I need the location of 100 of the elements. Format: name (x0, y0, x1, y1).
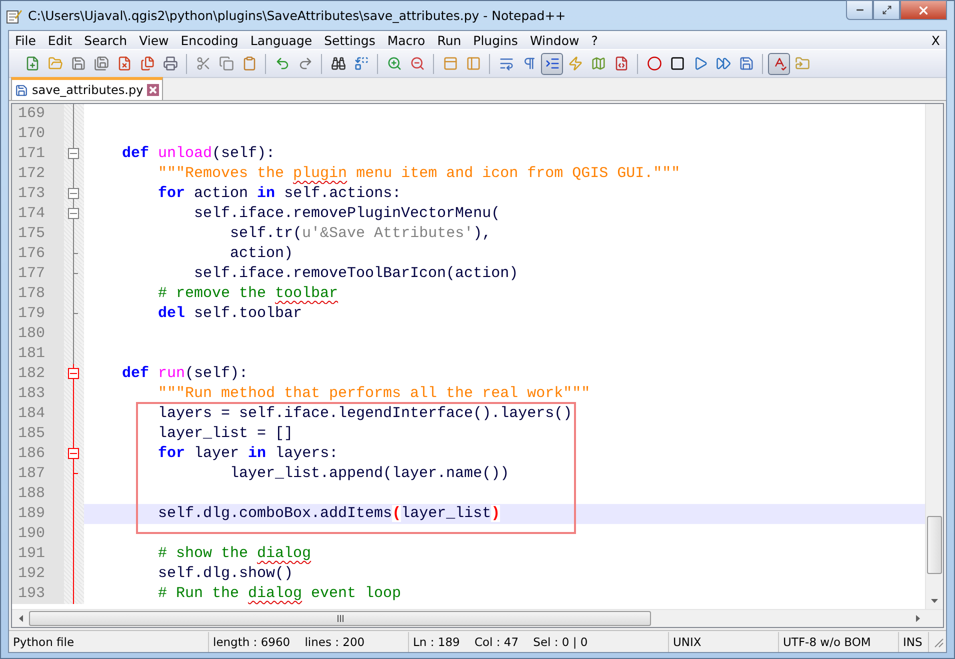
line-number: 183 (12, 384, 64, 404)
save-all-icon (94, 56, 108, 71)
fold-collapse-icon[interactable] (68, 448, 79, 459)
status-field: INS (899, 632, 929, 652)
menu-item[interactable]: Macro (387, 32, 432, 48)
menu-item[interactable]: View (139, 32, 175, 48)
folder-link-icon (794, 56, 810, 71)
status-field: length : 6960 lines : 200 (209, 632, 409, 652)
save-icon (15, 84, 28, 96)
code-line: """Removes the plugin menu item and icon from QGIS GUI.""" (157, 165, 680, 182)
vertical-scrollbar[interactable] (925, 104, 943, 609)
binoculars-icon (330, 56, 346, 71)
line-number: 184 (12, 404, 64, 424)
menu-item[interactable]: Plugins (473, 32, 524, 48)
line-number: 178 (12, 284, 64, 304)
fold-collapse-icon[interactable] (68, 368, 79, 379)
line-number: 172 (12, 164, 64, 184)
stop-icon (670, 56, 684, 71)
status-field: Python file (9, 632, 209, 652)
fold-collapse-icon[interactable] (68, 208, 79, 219)
menu-item[interactable]: ? (591, 32, 604, 48)
save-icon (70, 56, 86, 71)
spellcheck-button[interactable] (768, 52, 790, 74)
code-line: action) (229, 245, 294, 262)
scroll-thumb[interactable] (29, 611, 651, 626)
line-number: 175 (12, 224, 64, 244)
minimize-button[interactable] (846, 0, 873, 20)
line-number: 182 (12, 364, 64, 384)
code-line: # remove the toolbar (157, 285, 338, 302)
line-number: 186 (12, 444, 64, 464)
code-line: self.dlg.comboBox.addItems(layer_list) (157, 505, 500, 522)
close-all-icon (140, 56, 154, 71)
line-number: 192 (12, 564, 64, 584)
code-line: # Run the dialog event loop (157, 585, 402, 602)
code-line: del self.toolbar (157, 305, 302, 322)
scroll-thumb[interactable] (927, 516, 942, 574)
file-tab[interactable]: save_attributes.py (11, 77, 164, 100)
fold-collapse-icon[interactable] (68, 188, 79, 199)
status-field: Ln : 189 Col : 47 Sel : 0 | 0 (409, 632, 669, 652)
new-file-icon (24, 56, 40, 71)
code-line: def unload(self): (121, 145, 276, 162)
code-line: self.dlg.show() (157, 565, 294, 582)
code-file-icon (614, 56, 628, 71)
resize-grip-icon[interactable] (932, 636, 944, 648)
lightning-icon (568, 56, 582, 71)
line-number: 171 (12, 144, 64, 164)
code-line: """Run method that performs all the real work""" (157, 385, 590, 402)
menu-item[interactable]: Encoding (180, 32, 244, 48)
line-number: 188 (12, 484, 64, 504)
maximize-icon (882, 5, 892, 15)
code-line: self.tr(u'&Save Attributes'), (229, 225, 492, 242)
code-line: for layer in layers: (157, 445, 338, 462)
menu-item[interactable]: Settings (324, 32, 382, 48)
menu-item[interactable]: Language (250, 32, 318, 48)
code-line: self.iface.removeToolBarIcon(action) (193, 265, 518, 282)
status-field: UNIX (669, 632, 779, 652)
code-editor[interactable] (11, 103, 944, 628)
line-number: 170 (12, 124, 64, 144)
code-line: self.iface.removePluginVectorMenu( (193, 205, 500, 222)
replace-icon (354, 56, 368, 71)
indent-guide-button[interactable] (541, 52, 563, 74)
line-number: 179 (12, 304, 64, 324)
maximize-button[interactable] (873, 0, 900, 20)
play-icon (692, 56, 708, 71)
code-line: # show the dialog (157, 545, 312, 562)
line-number: 180 (12, 324, 64, 344)
save-macro-icon (738, 56, 754, 71)
notepad-icon (6, 8, 22, 24)
fast-forward-icon (716, 56, 730, 71)
line-number: 191 (12, 544, 64, 564)
menu-item[interactable]: File (15, 32, 42, 48)
menu-item[interactable]: Run (437, 32, 468, 48)
close-tab-icon[interactable] (147, 84, 160, 96)
pilcrow-icon (522, 56, 536, 71)
code-line: for action in self.actions: (157, 185, 402, 202)
redo-icon (298, 56, 312, 71)
close-file-icon (116, 56, 132, 71)
map-icon (590, 56, 606, 71)
horizontal-scrollbar[interactable] (12, 609, 943, 627)
code-line: layers = self.iface.legendInterface().layers() (157, 405, 572, 422)
line-number: 169 (12, 104, 64, 124)
line-number: 181 (12, 344, 64, 364)
menu-item[interactable]: Search (84, 32, 134, 48)
close-document-button[interactable]: X (931, 32, 946, 48)
close-button[interactable] (900, 0, 947, 20)
record-icon (646, 56, 662, 71)
line-number: 173 (12, 184, 64, 204)
line-number: 185 (12, 424, 64, 444)
zoom-in-icon (386, 56, 402, 71)
code-line: layer_list = [] (157, 425, 294, 442)
fold-collapse-icon[interactable] (68, 148, 79, 159)
close-icon (917, 4, 930, 16)
status-field: UTF-8 w/o BOM (779, 632, 899, 652)
open-folder-icon (48, 56, 62, 71)
menu-item[interactable]: Window (530, 32, 586, 48)
menu-item[interactable]: Edit (48, 32, 78, 48)
line-number: 189 (12, 504, 64, 524)
wrap-text-icon (498, 56, 514, 71)
line-number: 190 (12, 524, 64, 544)
copy-icon (218, 56, 234, 71)
